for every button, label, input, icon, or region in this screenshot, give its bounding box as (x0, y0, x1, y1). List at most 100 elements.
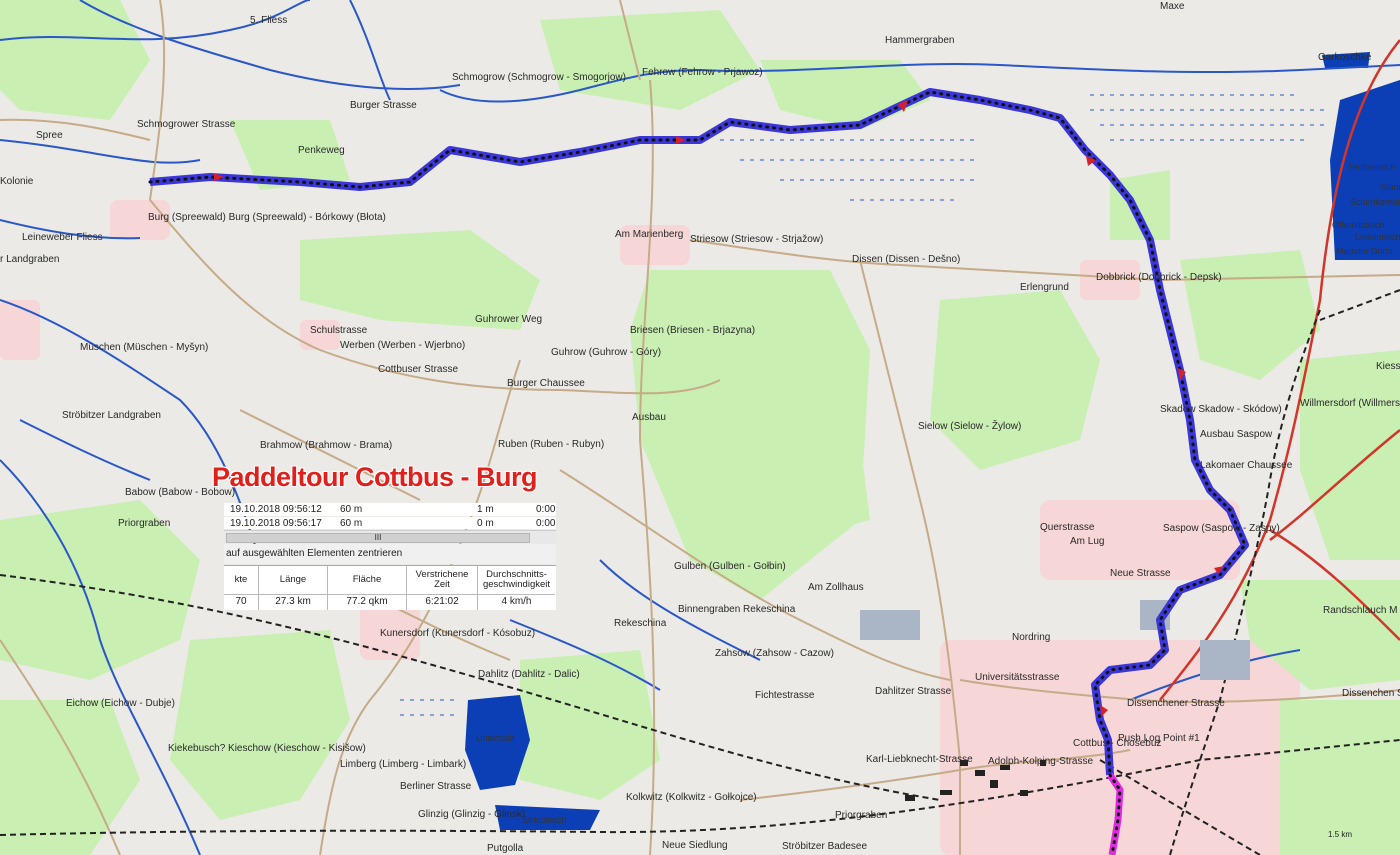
map-canvas[interactable]: Schmogrow (Schmogrow - Smogorjow) Fehrow… (0, 0, 1400, 855)
stats-value: 27.3 km (275, 596, 311, 607)
svg-text:Priorgraben: Priorgraben (835, 810, 887, 821)
svg-text:Berliner Strasse: Berliner Strasse (400, 781, 472, 792)
stats-header: kte (224, 566, 258, 595)
svg-text:Dissenchen S: Dissenchen S (1342, 688, 1400, 699)
stats-col-points: kte 70 (224, 566, 259, 610)
svg-text:Spree: Spree (36, 130, 63, 141)
place-label: Willmersdorf (Willmersdorf (1300, 398, 1400, 409)
track-info-panel: 19.10.2018 09:56:12 60 m 1 m 0:00 19.10.… (224, 503, 556, 610)
place-label: Kiekebusch? Kieschow (Kieschow - Kisišow… (168, 743, 366, 754)
stats-col-elapsed: Verstrichene Zeit 6:21:02 (407, 566, 478, 610)
track-point-row[interactable]: 19.10.2018 09:56:12 60 m 1 m 0:00 (224, 503, 556, 516)
svg-text:Offemitzteich: Offemitzteich (1332, 220, 1384, 230)
center-on-selection-option[interactable]: auf ausgewählten Elementen zentrieren (224, 544, 556, 564)
track-stats-table: kte 70 Länge 27.3 km Fläche 77.2 qkm Ver… (224, 565, 556, 610)
scale-bar: 1.5 km (1328, 830, 1353, 839)
svg-text:Neue Siedlung: Neue Siedlung (662, 840, 728, 851)
svg-text:Am Marienberg: Am Marienberg (615, 229, 683, 240)
point-duration: 0:00 (536, 518, 556, 529)
stats-header: Durchschnitts-geschwindigkeit (478, 566, 555, 595)
stats-header: Fläche (328, 566, 406, 595)
place-label: Briesen (Briesen - Brjazyna) (630, 325, 755, 336)
svg-text:Guhrower Weg: Guhrower Weg (475, 314, 542, 325)
svg-text:Rekeschina: Rekeschina (614, 618, 667, 629)
svg-text:Ströbitzer Badesee: Ströbitzer Badesee (782, 841, 867, 852)
stats-value: 6:21:02 (425, 596, 459, 607)
svg-text:Fichtestrasse: Fichtestrasse (755, 690, 815, 701)
place-label: Dobbrick (Dobbrick - Depsk) (1096, 272, 1222, 283)
place-label: Ruben (Ruben - Rubyn) (498, 439, 604, 450)
scrollbar-thumb[interactable]: III (226, 533, 530, 543)
point-elevation: 60 m (340, 518, 363, 529)
svg-text:Nordring: Nordring (1012, 632, 1050, 643)
svg-text:Universitätsstrasse: Universitätsstrasse (975, 672, 1060, 683)
place-label: Brahmow (Brahmow - Brama) (260, 440, 392, 451)
place-label: Guhrow (Guhrow - Góry) (551, 347, 661, 358)
push-log-label: Push Log Point #1 (1118, 733, 1200, 744)
place-label: Glinzig (Glinzig - Glinsk) (418, 809, 525, 820)
svg-text:Erlengrund: Erlengrund (1020, 282, 1069, 293)
place-label: Sielow (Sielow - Žylow) (918, 419, 1021, 432)
point-distance: 0 m (477, 518, 494, 529)
place-label: Eichow (Eichow - Dubje) (66, 698, 175, 709)
place-label: Burg (Spreewald) Burg (Spreewald) - Bórk… (148, 212, 386, 223)
svg-text:Untertsch: Untertsch (476, 733, 515, 743)
svg-text:Am Lug: Am Lug (1070, 536, 1104, 547)
place-label: Kolkwitz (Kolkwitz - Gołkojce) (626, 792, 757, 803)
svg-text:Penkeweg: Penkeweg (298, 145, 345, 156)
svg-text:Schenkenteich: Schenkenteich (1350, 197, 1400, 207)
svg-text:Neue Strasse: Neue Strasse (1110, 568, 1171, 579)
place-label: Gulben (Gulben - Gołbin) (674, 561, 786, 572)
track-point-row[interactable]: 19.10.2018 09:56:17 60 m 0 m 0:00 (224, 517, 556, 529)
point-elevation: 60 m (340, 504, 363, 515)
svg-text:Ausbau Saspow: Ausbau Saspow (1200, 429, 1273, 440)
svg-text:Hammergraben: Hammergraben (885, 35, 954, 46)
stats-col-avg-speed: Durchschnitts-geschwindigkeit 4 km/h (478, 566, 555, 610)
place-label: Schmogrow (Schmogrow - Smogorjow) (452, 72, 626, 83)
point-distance: 1 m (477, 504, 494, 515)
point-duration: 0:00 (536, 504, 556, 515)
stats-header: Verstrichene Zeit (407, 566, 477, 595)
svg-text:Dissenchener Strasse: Dissenchener Strasse (1127, 698, 1225, 709)
svg-text:Dahlitzer Strasse: Dahlitzer Strasse (875, 686, 952, 697)
svg-text:Adolph-Kolping-Strasse: Adolph-Kolping-Strasse (988, 756, 1093, 767)
svg-text:Priorgraben: Priorgraben (118, 518, 170, 529)
svg-text:Ströbitzer Landgraben: Ströbitzer Landgraben (62, 410, 161, 421)
place-label: Kunersdorf (Kunersdorf - Kósobuz) (380, 628, 535, 639)
svg-text:Randschlauch M: Randschlauch M (1323, 605, 1397, 616)
svg-text:Leineweber Fliess: Leineweber Fliess (22, 232, 103, 243)
svg-text:Kolonie: Kolonie (0, 176, 34, 187)
horizontal-scrollbar[interactable]: III (224, 530, 556, 543)
place-label: Müschen (Müschen - Myšyn) (80, 342, 208, 353)
place-label: Zahsow (Zahsow - Cazow) (715, 648, 834, 659)
svg-text:Querstrasse: Querstrasse (1040, 522, 1095, 533)
place-label: Dissen (Dissen - Dešno) (852, 254, 960, 265)
place-label: Dahlitz (Dahlitz - Dalic) (478, 669, 580, 680)
map-title: Paddeltour Cottbus - Burg (212, 462, 537, 492)
stats-value: 4 km/h (501, 596, 532, 607)
place-label: Werben (Werben - Wjerbno) (340, 340, 465, 351)
stats-header: Länge (259, 566, 327, 595)
svg-text:Am Zollhaus: Am Zollhaus (808, 582, 864, 593)
svg-text:Stannteich: Stannteich (1380, 182, 1400, 192)
svg-text:Ausbau: Ausbau (632, 412, 666, 423)
stats-value: 77.2 qkm (346, 596, 388, 607)
svg-text:Teufelsteich: Teufelsteich (1348, 162, 1396, 172)
place-label: Saspow (Saspow - Zaspy) (1163, 523, 1280, 534)
svg-text:Karl-Liebknecht-Strasse: Karl-Liebknecht-Strasse (866, 754, 973, 765)
svg-text:Burger Strasse: Burger Strasse (350, 100, 417, 111)
place-label: Skadow Skadow - Skódow) (1160, 404, 1282, 415)
stats-col-length: Länge 27.3 km (259, 566, 328, 610)
svg-text:Lakomaer Chaussee: Lakomaer Chaussee (1200, 460, 1293, 471)
point-time: 19.10.2018 09:56:17 (230, 518, 322, 529)
center-on-selection-label: auf ausgewählten Elementen zentrieren (226, 548, 403, 559)
stats-value: 70 (235, 596, 247, 607)
place-label: Striesow (Striesow - Strjažow) (690, 234, 823, 245)
svg-text:Putgolla: Putgolla (487, 843, 524, 854)
svg-text:Mauster Dorfs: Mauster Dorfs (1336, 246, 1393, 256)
svg-text:Streckteich: Streckteich (522, 815, 567, 825)
svg-text:Linkenteich: Linkenteich (1355, 232, 1400, 242)
svg-text:Binnengraben Rekeschina: Binnengraben Rekeschina (678, 604, 796, 615)
stats-col-area: Fläche 77.2 qkm (328, 566, 407, 610)
svg-text:Burger Chaussee: Burger Chaussee (507, 378, 585, 389)
